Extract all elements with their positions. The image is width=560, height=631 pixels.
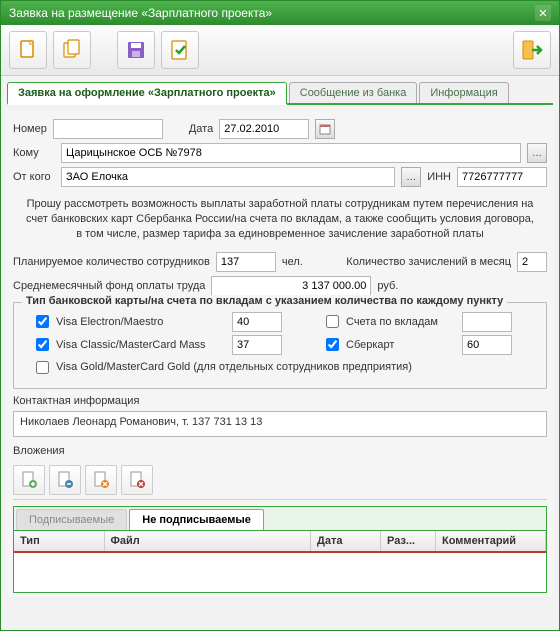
label-avg-fund: Среднемесячный фонд оплаты труда: [13, 280, 205, 292]
label-to: Кому: [13, 147, 55, 159]
save-button[interactable]: [117, 31, 155, 69]
label-planned-emp: Планируемое количество сотрудников: [13, 256, 210, 268]
count-deposit-accounts[interactable]: [462, 312, 512, 332]
number-field[interactable]: [53, 119, 163, 139]
content-area: Заявка на оформление «Зарплатного проект…: [1, 76, 559, 630]
cb-sbercard[interactable]: [326, 338, 339, 351]
tab-bank-message[interactable]: Сообщение из банка: [289, 82, 418, 103]
tab-info[interactable]: Информация: [419, 82, 508, 103]
col-file[interactable]: Файл: [104, 531, 311, 552]
date-field[interactable]: [219, 119, 309, 139]
attach-open-button[interactable]: [49, 465, 81, 495]
cb-visa-electron[interactable]: [36, 315, 49, 328]
attach-add-button[interactable]: [13, 465, 45, 495]
lbl-visa-classic: Visa Classic/MasterCard Mass: [56, 339, 206, 351]
cb-deposit-accounts[interactable]: [326, 315, 339, 328]
lbl-visa-electron: Visa Electron/Maestro: [56, 316, 163, 328]
col-date[interactable]: Дата: [311, 531, 381, 552]
col-comment[interactable]: Комментарий: [436, 531, 546, 552]
close-button[interactable]: ✕: [535, 5, 551, 21]
label-rub: руб.: [377, 280, 398, 292]
label-inn: ИНН: [427, 171, 451, 183]
to-field[interactable]: [61, 143, 521, 163]
attach-delete-button[interactable]: [121, 465, 153, 495]
lbl-visa-gold: Visa Gold/MasterCard Gold (для отдельных…: [56, 361, 412, 373]
attachments-grid-wrap: Тип Файл Дата Раз... Комментарий: [13, 531, 547, 593]
label-credits-month: Количество зачислений в месяц: [346, 256, 511, 268]
count-visa-electron[interactable]: [232, 312, 282, 332]
grid-empty: [14, 552, 546, 592]
description-text: Прошу рассмотреть возможность выплаты за…: [13, 191, 547, 248]
card-types-fieldset: Тип банковской карты/на счета по вкладам…: [13, 302, 547, 389]
label-contact: Контактная информация: [13, 395, 139, 407]
subtab-signable[interactable]: Подписываемые: [16, 509, 127, 530]
cb-visa-gold[interactable]: [36, 361, 49, 374]
subtab-not-signable[interactable]: Не подписываемые: [129, 509, 264, 530]
lbl-sbercard: Сберкарт: [346, 339, 394, 351]
fieldset-legend: Тип банковской карты/на счета по вкладам…: [22, 295, 507, 307]
form-area: Номер Дата Кому … От кого … ИНН Пр: [7, 111, 553, 597]
count-sbercard[interactable]: [462, 335, 512, 355]
credits-month-field[interactable]: [517, 252, 547, 272]
col-size[interactable]: Раз...: [381, 531, 436, 552]
new-doc-button[interactable]: [9, 31, 47, 69]
label-from: От кого: [13, 171, 55, 183]
attach-remove-button[interactable]: [85, 465, 117, 495]
label-attachments: Вложения: [13, 445, 65, 457]
attachment-toolbar: [13, 461, 547, 500]
label-number: Номер: [13, 123, 47, 135]
label-date: Дата: [189, 123, 213, 135]
from-lookup-button[interactable]: …: [401, 167, 421, 187]
attachments-grid[interactable]: Тип Файл Дата Раз... Комментарий: [14, 531, 546, 592]
lbl-deposit-accounts: Счета по вкладам: [346, 316, 438, 328]
tab-application[interactable]: Заявка на оформление «Зарплатного проект…: [7, 82, 287, 105]
cb-visa-classic[interactable]: [36, 338, 49, 351]
copy-doc-button[interactable]: [53, 31, 91, 69]
label-people: чел.: [282, 256, 303, 268]
main-tabs: Заявка на оформление «Зарплатного проект…: [7, 82, 553, 105]
toolbar: [1, 25, 559, 76]
contact-info-field[interactable]: Николаев Леонард Романович, т. 137 731 1…: [13, 411, 547, 437]
from-field[interactable]: [61, 167, 395, 187]
avg-fund-field[interactable]: [211, 276, 371, 296]
app-window: Заявка на размещение «Зарплатного проект…: [0, 0, 560, 631]
check-button[interactable]: [161, 31, 199, 69]
inn-field[interactable]: [457, 167, 547, 187]
date-picker-button[interactable]: [315, 119, 335, 139]
titlebar: Заявка на размещение «Зарплатного проект…: [1, 1, 559, 25]
exit-button[interactable]: [513, 31, 551, 69]
window-title: Заявка на размещение «Зарплатного проект…: [9, 6, 272, 20]
col-type[interactable]: Тип: [14, 531, 104, 552]
planned-emp-field[interactable]: [216, 252, 276, 272]
attachment-subtabs: Подписываемые Не подписываемые: [13, 506, 547, 531]
to-lookup-button[interactable]: …: [527, 143, 547, 163]
count-visa-classic[interactable]: [232, 335, 282, 355]
